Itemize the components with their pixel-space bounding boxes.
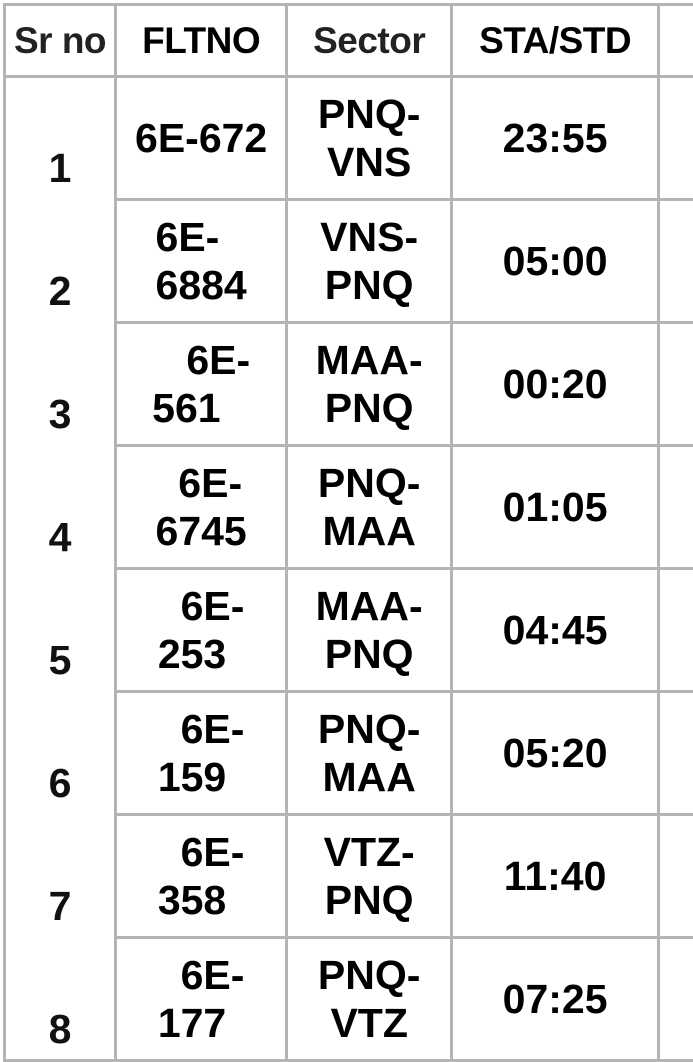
cell-sta-std: 00:20 — [452, 323, 659, 446]
cell-sector: PNQ- MAA — [287, 692, 452, 815]
flight-schedule-sheet: Sr no FLTNO Sector STA/STD 1 6E-672 PNQ-… — [3, 3, 693, 1062]
sector-text: MAA- PNQ — [309, 582, 429, 678]
cell-sector: PNQ- VTZ — [287, 938, 452, 1061]
cell-cut-off-column — [659, 938, 693, 1061]
cell-cut-off-column — [659, 446, 693, 569]
fltno-text: 6E- 159 — [158, 705, 245, 801]
cell-sta-std: 07:25 — [452, 938, 659, 1061]
cell-cut-off-column — [659, 200, 693, 323]
cell-sr-no: 4 — [5, 446, 116, 569]
sector-text: PNQ- MAA — [309, 705, 429, 801]
cell-fltno: 6E- 159 — [116, 692, 287, 815]
cell-sr-no: 2 — [5, 200, 116, 323]
cell-fltno: 6E-672 — [116, 77, 287, 200]
table-row-1: 1 6E-672 PNQ- VNS 23:55 — [5, 77, 693, 200]
cell-sector: MAA- PNQ — [287, 323, 452, 446]
cell-sector: VTZ- PNQ — [287, 815, 452, 938]
header-sector: Sector — [287, 5, 452, 77]
header-cut-off-column — [659, 5, 693, 77]
cell-sector: VNS- PNQ — [287, 200, 452, 323]
cell-sta-std: 11:40 — [452, 815, 659, 938]
sector-text: VTZ- PNQ — [309, 828, 429, 924]
cell-fltno: 6E- 358 — [116, 815, 287, 938]
cell-sr-no: 7 — [5, 815, 116, 938]
sector-text: PNQ- MAA — [309, 459, 429, 555]
cell-sta-std: 01:05 — [452, 446, 659, 569]
cell-cut-off-column — [659, 323, 693, 446]
cell-sta-std: 04:45 — [452, 569, 659, 692]
table-body: 1 6E-672 PNQ- VNS 23:55 2 6E- 6884 VNS- … — [5, 77, 693, 1061]
cell-fltno: 6E- 253 — [116, 569, 287, 692]
cell-sector: PNQ- VNS — [287, 77, 452, 200]
table-row-6: 6 6E- 159 PNQ- MAA 05:20 — [5, 692, 693, 815]
header-fltno: FLTNO — [116, 5, 287, 77]
fltno-text: 6E- 177 — [158, 951, 245, 1047]
sector-text: MAA- PNQ — [309, 336, 429, 432]
flight-schedule-table: Sr no FLTNO Sector STA/STD 1 6E-672 PNQ-… — [3, 3, 693, 1062]
cell-sta-std: 23:55 — [452, 77, 659, 200]
sector-text: PNQ- VNS — [309, 90, 429, 186]
sector-text: PNQ- VTZ — [309, 951, 429, 1047]
table-row-3: 3 6E- 561 MAA- PNQ 00:20 — [5, 323, 693, 446]
table-row-8: 8 6E- 177 PNQ- VTZ 07:25 — [5, 938, 693, 1061]
cell-sector: MAA- PNQ — [287, 569, 452, 692]
cell-sr-no: 5 — [5, 569, 116, 692]
cell-sta-std: 05:20 — [452, 692, 659, 815]
header-sta-std: STA/STD — [452, 5, 659, 77]
fltno-text: 6E- 561 — [152, 336, 250, 432]
header-sr-no: Sr no — [5, 5, 116, 77]
sector-text: VNS- PNQ — [309, 213, 429, 309]
fltno-text: 6E- 253 — [158, 582, 245, 678]
cell-sr-no: 6 — [5, 692, 116, 815]
cell-sr-no: 8 — [5, 938, 116, 1061]
cell-fltno: 6E- 6884 — [116, 200, 287, 323]
cell-sector: PNQ- MAA — [287, 446, 452, 569]
table-row-7: 7 6E- 358 VTZ- PNQ 11:40 — [5, 815, 693, 938]
cell-sr-no: 1 — [5, 77, 116, 200]
fltno-text: 6E-672 — [135, 114, 267, 162]
table-row-2: 2 6E- 6884 VNS- PNQ 05:00 — [5, 200, 693, 323]
cell-cut-off-column — [659, 569, 693, 692]
cell-fltno: 6E- 561 — [116, 323, 287, 446]
fltno-text: 6E- 6884 — [156, 213, 247, 309]
cell-sta-std: 05:00 — [452, 200, 659, 323]
cell-cut-off-column — [659, 815, 693, 938]
cell-cut-off-column — [659, 77, 693, 200]
table-row-5: 5 6E- 253 MAA- PNQ 04:45 — [5, 569, 693, 692]
header-row: Sr no FLTNO Sector STA/STD — [5, 5, 693, 77]
cell-cut-off-column — [659, 692, 693, 815]
cell-fltno: 6E- 177 — [116, 938, 287, 1061]
cell-fltno: 6E- 6745 — [116, 446, 287, 569]
cell-sr-no: 3 — [5, 323, 116, 446]
table-row-4: 4 6E- 6745 PNQ- MAA 01:05 — [5, 446, 693, 569]
fltno-text: 6E- 6745 — [156, 459, 247, 555]
fltno-text: 6E- 358 — [158, 828, 245, 924]
